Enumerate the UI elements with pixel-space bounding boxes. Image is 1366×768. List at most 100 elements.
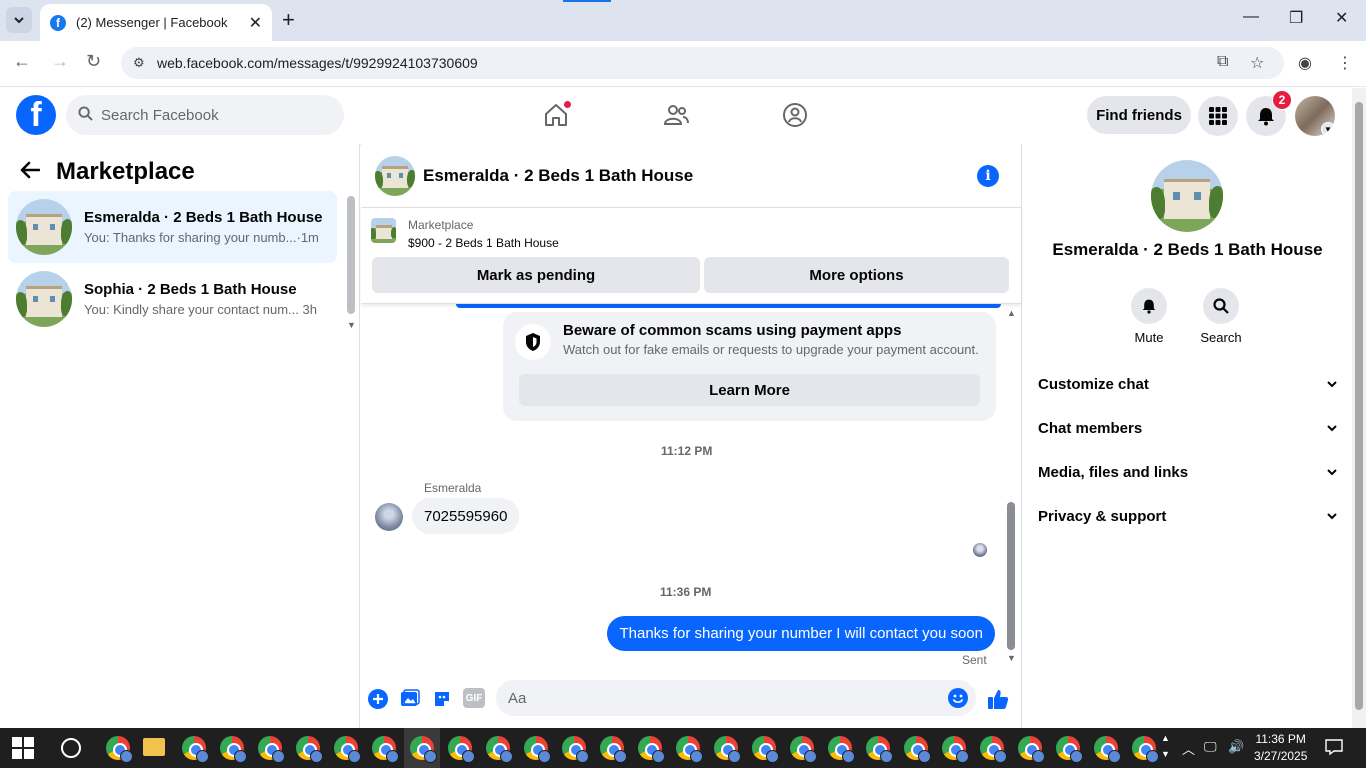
- chrome-icon[interactable]: [980, 736, 1007, 763]
- menu-kebab-icon[interactable]: ⋮: [1337, 53, 1353, 73]
- find-friends-button[interactable]: Find friends: [1087, 96, 1191, 134]
- privacy-support-section[interactable]: Privacy & support: [1038, 498, 1338, 534]
- chrome-icon[interactable]: [448, 736, 475, 763]
- scroll-down-arrow[interactable]: ▼: [347, 320, 356, 330]
- chrome-icon[interactable]: [1094, 736, 1121, 763]
- reload-button[interactable]: ↻: [86, 51, 101, 72]
- emoji-icon[interactable]: [948, 688, 968, 708]
- chrome-icon[interactable]: [638, 736, 665, 763]
- network-icon[interactable]: 🖵: [1204, 739, 1217, 755]
- close-window-button[interactable]: ✕: [1335, 8, 1348, 28]
- chrome-icon[interactable]: [220, 736, 247, 763]
- browser-tab[interactable]: f (2) Messenger | Facebook ✕: [40, 4, 272, 41]
- new-tab-button[interactable]: +: [282, 8, 295, 32]
- back-button[interactable]: ←: [13, 51, 31, 72]
- scroll-down-arrow[interactable]: ▼: [1007, 653, 1016, 663]
- show-hidden-icons-icon[interactable]: ︿: [1182, 739, 1195, 758]
- bookmark-star-icon[interactable]: ☆: [1250, 53, 1264, 73]
- conversation-item[interactable]: Sophia · 2 Beds 1 Bath House You: Kindly…: [8, 263, 337, 335]
- profile-icon[interactable]: ◉: [1298, 53, 1312, 73]
- chrome-icon[interactable]: [410, 736, 437, 763]
- facebook-search-box[interactable]: Search Facebook: [66, 95, 344, 135]
- chrome-icon[interactable]: [676, 736, 703, 763]
- chrome-icon[interactable]: [486, 736, 513, 763]
- tab-indicator: [563, 0, 611, 2]
- gif-icon[interactable]: GIF: [463, 688, 485, 708]
- learn-more-button[interactable]: Learn More: [519, 374, 980, 406]
- scroll-up-arrow[interactable]: ▲: [1007, 308, 1016, 318]
- chat-scrollbar[interactable]: [1007, 502, 1015, 650]
- page-scrollbar[interactable]: [1352, 88, 1366, 728]
- message-input-box[interactable]: [496, 680, 976, 716]
- chrome-icon[interactable]: [752, 736, 779, 763]
- message-input[interactable]: [496, 680, 916, 716]
- sticker-icon[interactable]: [431, 688, 453, 710]
- chrome-icon[interactable]: [790, 736, 817, 763]
- menu-grid-button[interactable]: [1198, 96, 1238, 136]
- browser-tab-bar: f (2) Messenger | Facebook ✕ + — ❐ ✕: [0, 0, 1366, 41]
- taskbar-scroll-arrows[interactable]: ▲ ▼: [1161, 730, 1170, 762]
- chrome-icon[interactable]: [562, 736, 589, 763]
- chrome-icon[interactable]: [182, 736, 209, 763]
- chrome-icon[interactable]: [866, 736, 893, 763]
- volume-icon[interactable]: 🔊: [1228, 739, 1244, 755]
- groups-icon[interactable]: [780, 100, 810, 130]
- system-clock[interactable]: 11:36 PM 3/27/2025: [1254, 731, 1307, 765]
- outgoing-message[interactable]: Thanks for sharing your number I will co…: [607, 616, 995, 651]
- photo-icon[interactable]: [399, 688, 421, 710]
- restore-button[interactable]: ❐: [1289, 8, 1303, 28]
- sender-avatar[interactable]: [375, 503, 403, 531]
- facebook-logo[interactable]: f: [16, 95, 56, 135]
- file-explorer-icon[interactable]: [143, 738, 165, 756]
- more-options-button[interactable]: More options: [704, 257, 1009, 293]
- mark-as-pending-button[interactable]: Mark as pending: [372, 257, 700, 293]
- chrome-icon[interactable]: [1132, 736, 1159, 763]
- scam-text: Watch out for fake emails or requests to…: [563, 342, 979, 357]
- friends-icon[interactable]: [661, 100, 691, 130]
- chrome-icon[interactable]: [600, 736, 627, 763]
- chat-title[interactable]: Esmeralda · 2 Beds 1 Bath House: [423, 166, 693, 186]
- minimize-button[interactable]: —: [1243, 8, 1259, 26]
- chrome-icon[interactable]: [904, 736, 931, 763]
- chrome-icon[interactable]: [296, 736, 323, 763]
- chat-members-section[interactable]: Chat members: [1038, 410, 1338, 446]
- listing-small-thumbnail[interactable]: [371, 218, 396, 243]
- chrome-icon[interactable]: [942, 736, 969, 763]
- action-center-icon[interactable]: [1325, 738, 1343, 759]
- conversation-title: Sophia · 2 Beds 1 Bath House: [84, 281, 297, 298]
- page-scrollbar-thumb[interactable]: [1355, 102, 1363, 710]
- customize-chat-section[interactable]: Customize chat: [1038, 366, 1338, 402]
- tab-search-button[interactable]: [6, 7, 32, 33]
- chrome-icon[interactable]: [1056, 736, 1083, 763]
- chrome-icon[interactable]: [714, 736, 741, 763]
- incoming-message[interactable]: 7025595960: [412, 498, 520, 534]
- chrome-icon[interactable]: [372, 736, 399, 763]
- address-bar[interactable]: ⚙ web.facebook.com/messages/t/9929924103…: [121, 47, 1284, 79]
- chat-profile-image[interactable]: [1151, 160, 1223, 232]
- conversation-item[interactable]: Esmeralda · 2 Beds 1 Bath House You: Tha…: [8, 191, 337, 263]
- chrome-icon[interactable]: [1018, 736, 1045, 763]
- search-in-chat-button[interactable]: Search: [1186, 288, 1256, 345]
- add-icon[interactable]: [367, 688, 389, 710]
- listing-price[interactable]: $900 - 2 Beds 1 Bath House: [408, 236, 559, 250]
- chrome-icon[interactable]: [106, 736, 133, 763]
- bell-icon: [1131, 288, 1167, 324]
- site-info-icon[interactable]: ⚙: [133, 55, 149, 71]
- like-icon[interactable]: [987, 688, 1009, 710]
- forward-button[interactable]: →: [51, 51, 69, 72]
- chat-thumbnail[interactable]: [375, 155, 415, 196]
- search-circle-icon[interactable]: [61, 738, 81, 758]
- media-files-links-section[interactable]: Media, files and links: [1038, 454, 1338, 490]
- back-arrow-icon[interactable]: [20, 158, 41, 186]
- account-avatar[interactable]: ▼: [1295, 96, 1335, 136]
- install-app-icon[interactable]: ⧉: [1217, 53, 1228, 71]
- windows-start-icon[interactable]: [12, 737, 34, 759]
- chrome-icon[interactable]: [524, 736, 551, 763]
- chrome-icon[interactable]: [828, 736, 855, 763]
- chrome-icon[interactable]: [334, 736, 361, 763]
- mute-button[interactable]: Mute: [1114, 288, 1184, 345]
- conversation-list-scrollbar[interactable]: [347, 196, 355, 314]
- close-tab-icon[interactable]: ✕: [249, 13, 262, 33]
- chrome-icon[interactable]: [258, 736, 285, 763]
- info-icon[interactable]: i: [977, 165, 999, 187]
